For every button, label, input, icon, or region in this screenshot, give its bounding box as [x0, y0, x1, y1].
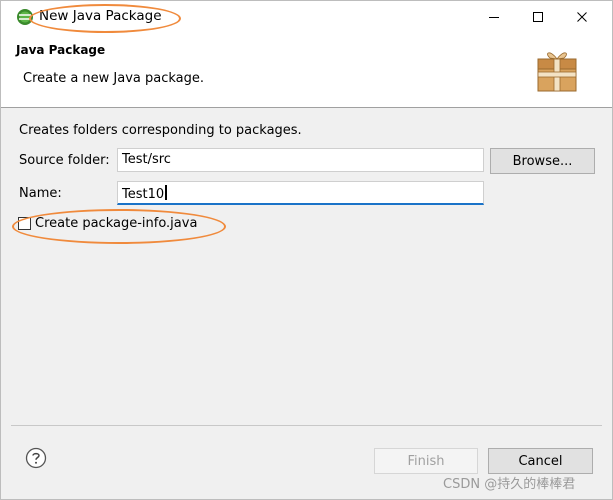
- close-button[interactable]: [559, 1, 605, 33]
- banner-title: Java Package: [16, 43, 106, 57]
- close-icon: [577, 12, 587, 22]
- minimize-button[interactable]: [471, 1, 517, 33]
- watermark: CSDN @持久的棒棒君: [443, 477, 576, 492]
- name-input[interactable]: Test10: [117, 181, 484, 205]
- description-text: Creates folders corresponding to package…: [19, 123, 302, 138]
- title-annotation-oval: [29, 4, 181, 33]
- banner-message: Create a new Java package.: [23, 71, 205, 86]
- footer-separator: [11, 425, 602, 426]
- text-caret: [165, 185, 168, 200]
- checkbox-annotation-oval: [12, 209, 226, 244]
- source-folder-label: Source folder:: [19, 153, 110, 168]
- minimize-icon: [489, 17, 499, 18]
- wizard-banner: Java Package Create a new Java package.: [1, 33, 612, 108]
- name-label: Name:: [19, 186, 62, 201]
- browse-button[interactable]: Browse...: [490, 148, 595, 174]
- name-value: Test10: [122, 187, 165, 202]
- maximize-button[interactable]: [515, 1, 561, 33]
- cancel-button[interactable]: Cancel: [488, 448, 593, 474]
- new-java-package-dialog: New Java Package Java Package Create a n…: [0, 0, 613, 500]
- maximize-icon: [533, 12, 543, 22]
- source-folder-input[interactable]: Test/src: [117, 148, 484, 172]
- package-wizard-icon: [536, 51, 578, 93]
- finish-button[interactable]: Finish: [374, 448, 478, 474]
- source-folder-value: Test/src: [122, 152, 171, 167]
- help-icon[interactable]: [25, 447, 47, 469]
